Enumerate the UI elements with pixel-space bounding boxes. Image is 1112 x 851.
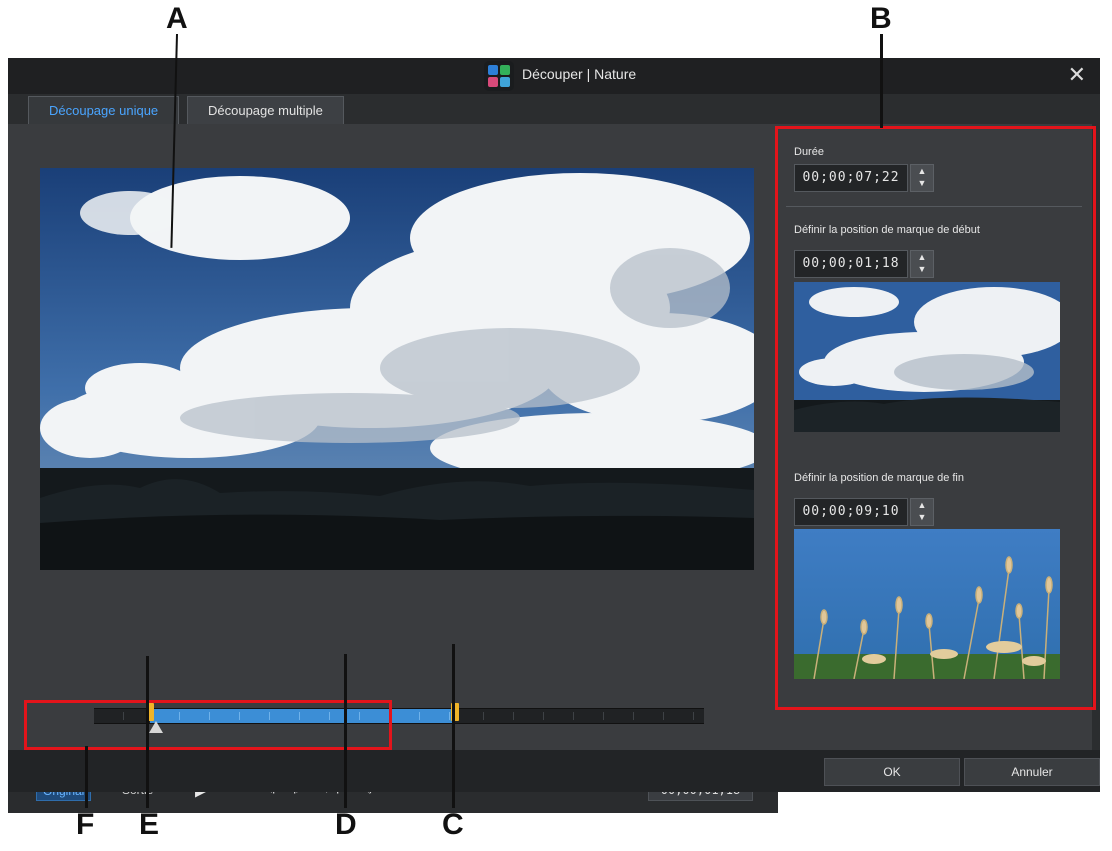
leader-line-c (452, 644, 455, 808)
callout-a: A (166, 2, 188, 35)
close-icon[interactable]: ✕ (1068, 62, 1086, 88)
callout-d: D (335, 808, 357, 841)
callout-b: B (870, 2, 892, 35)
app-icon (484, 61, 514, 91)
callout-e: E (139, 808, 160, 841)
tab-multi-trim[interactable]: Découpage multiple (187, 96, 344, 125)
video-preview (40, 168, 754, 570)
tab-single-trim[interactable]: Découpage unique (28, 96, 180, 125)
leader-line-f (85, 746, 88, 808)
title-bar: Découper | Nature ✕ (8, 58, 1100, 94)
leader-line-b (880, 34, 883, 128)
leader-line-d (344, 654, 347, 808)
ok-button[interactable]: OK (824, 758, 960, 786)
highlight-box-settings (775, 126, 1096, 710)
leader-line-e (146, 656, 149, 808)
preview-panel: Original Sortie ▶ ■ ◀| |▶ ▶| ◀) 00;00;01… (8, 124, 778, 813)
highlight-box-controls (24, 700, 392, 750)
cancel-button[interactable]: Annuler (964, 758, 1100, 786)
window-title: Découper | Nature (522, 66, 637, 82)
callout-c: C (442, 808, 464, 841)
dialog-footer: OK Annuler (8, 750, 1100, 792)
callout-f: F (76, 808, 95, 841)
